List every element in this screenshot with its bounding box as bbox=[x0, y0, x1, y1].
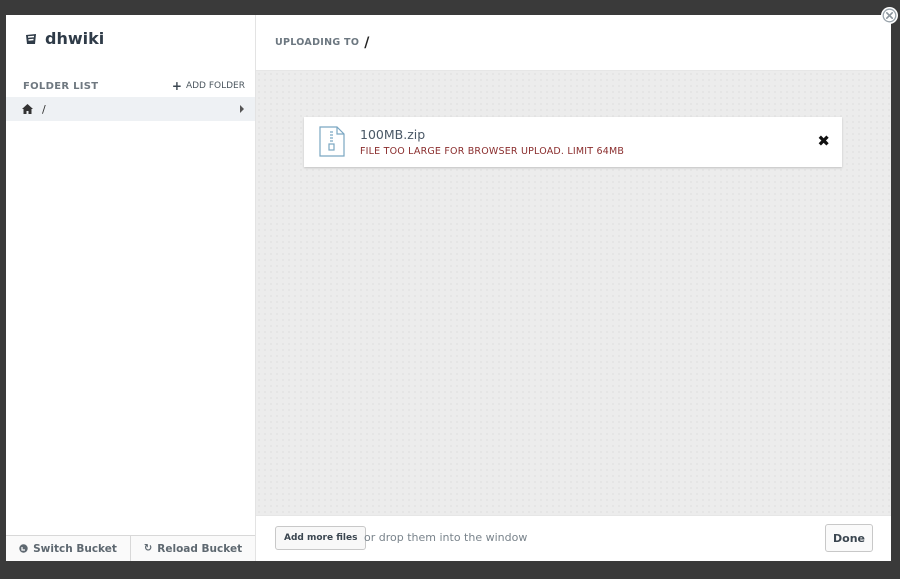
upload-footer: Add more files or drop them into the win… bbox=[256, 515, 891, 561]
drop-area[interactable]: 100MB.zip FILE TOO LARGE FOR BROWSER UPL… bbox=[256, 71, 891, 515]
close-icon[interactable]: ✖ bbox=[817, 134, 830, 149]
folder-list-title: FOLDER LIST bbox=[23, 80, 99, 92]
add-more-files-button[interactable]: Add more files bbox=[275, 526, 367, 550]
zip-file-icon bbox=[319, 126, 345, 157]
reload-icon: ↻ bbox=[143, 543, 153, 554]
reload-bucket-button[interactable]: ↻ Reload Bucket bbox=[130, 536, 255, 561]
close-circle-icon[interactable] bbox=[881, 7, 898, 24]
file-name: 100MB.zip bbox=[360, 127, 426, 142]
switch-bucket-button[interactable]: Switch Bucket bbox=[6, 536, 130, 561]
file-error-message: FILE TOO LARGE FOR BROWSER UPLOAD. LIMIT… bbox=[360, 146, 625, 157]
plus-icon: + bbox=[171, 79, 182, 93]
sidebar: dhwiki FOLDER LIST + ADD FOLDER / Switch bbox=[6, 15, 256, 561]
folder-item-root[interactable]: / bbox=[6, 97, 255, 121]
uploading-label: UPLOADING TO bbox=[275, 37, 360, 48]
sidebar-footer: Switch Bucket ↻ Reload Bucket bbox=[6, 535, 255, 561]
add-folder-button[interactable]: + ADD FOLDER bbox=[172, 79, 245, 93]
upload-modal: dhwiki FOLDER LIST + ADD FOLDER / Switch bbox=[6, 15, 891, 561]
brand: dhwiki bbox=[24, 29, 104, 48]
file-item: 100MB.zip FILE TOO LARGE FOR BROWSER UPL… bbox=[304, 117, 842, 167]
brand-name: dhwiki bbox=[45, 29, 105, 48]
upload-header: UPLOADING TO / bbox=[256, 15, 891, 71]
home-icon bbox=[22, 104, 33, 114]
done-button[interactable]: Done bbox=[825, 524, 873, 552]
uploading-path: / bbox=[364, 34, 370, 51]
chevron-right-icon bbox=[240, 105, 244, 113]
drop-hint: or drop them into the window bbox=[364, 531, 528, 544]
folder-path: / bbox=[42, 102, 46, 116]
reload-bucket-label: Reload Bucket bbox=[157, 542, 243, 555]
add-folder-label: ADD FOLDER bbox=[185, 81, 245, 91]
folder-list-header: FOLDER LIST + ADD FOLDER bbox=[23, 79, 245, 93]
switch-bucket-label: Switch Bucket bbox=[33, 542, 117, 555]
bucket-icon bbox=[26, 33, 36, 44]
switch-icon bbox=[19, 544, 28, 553]
